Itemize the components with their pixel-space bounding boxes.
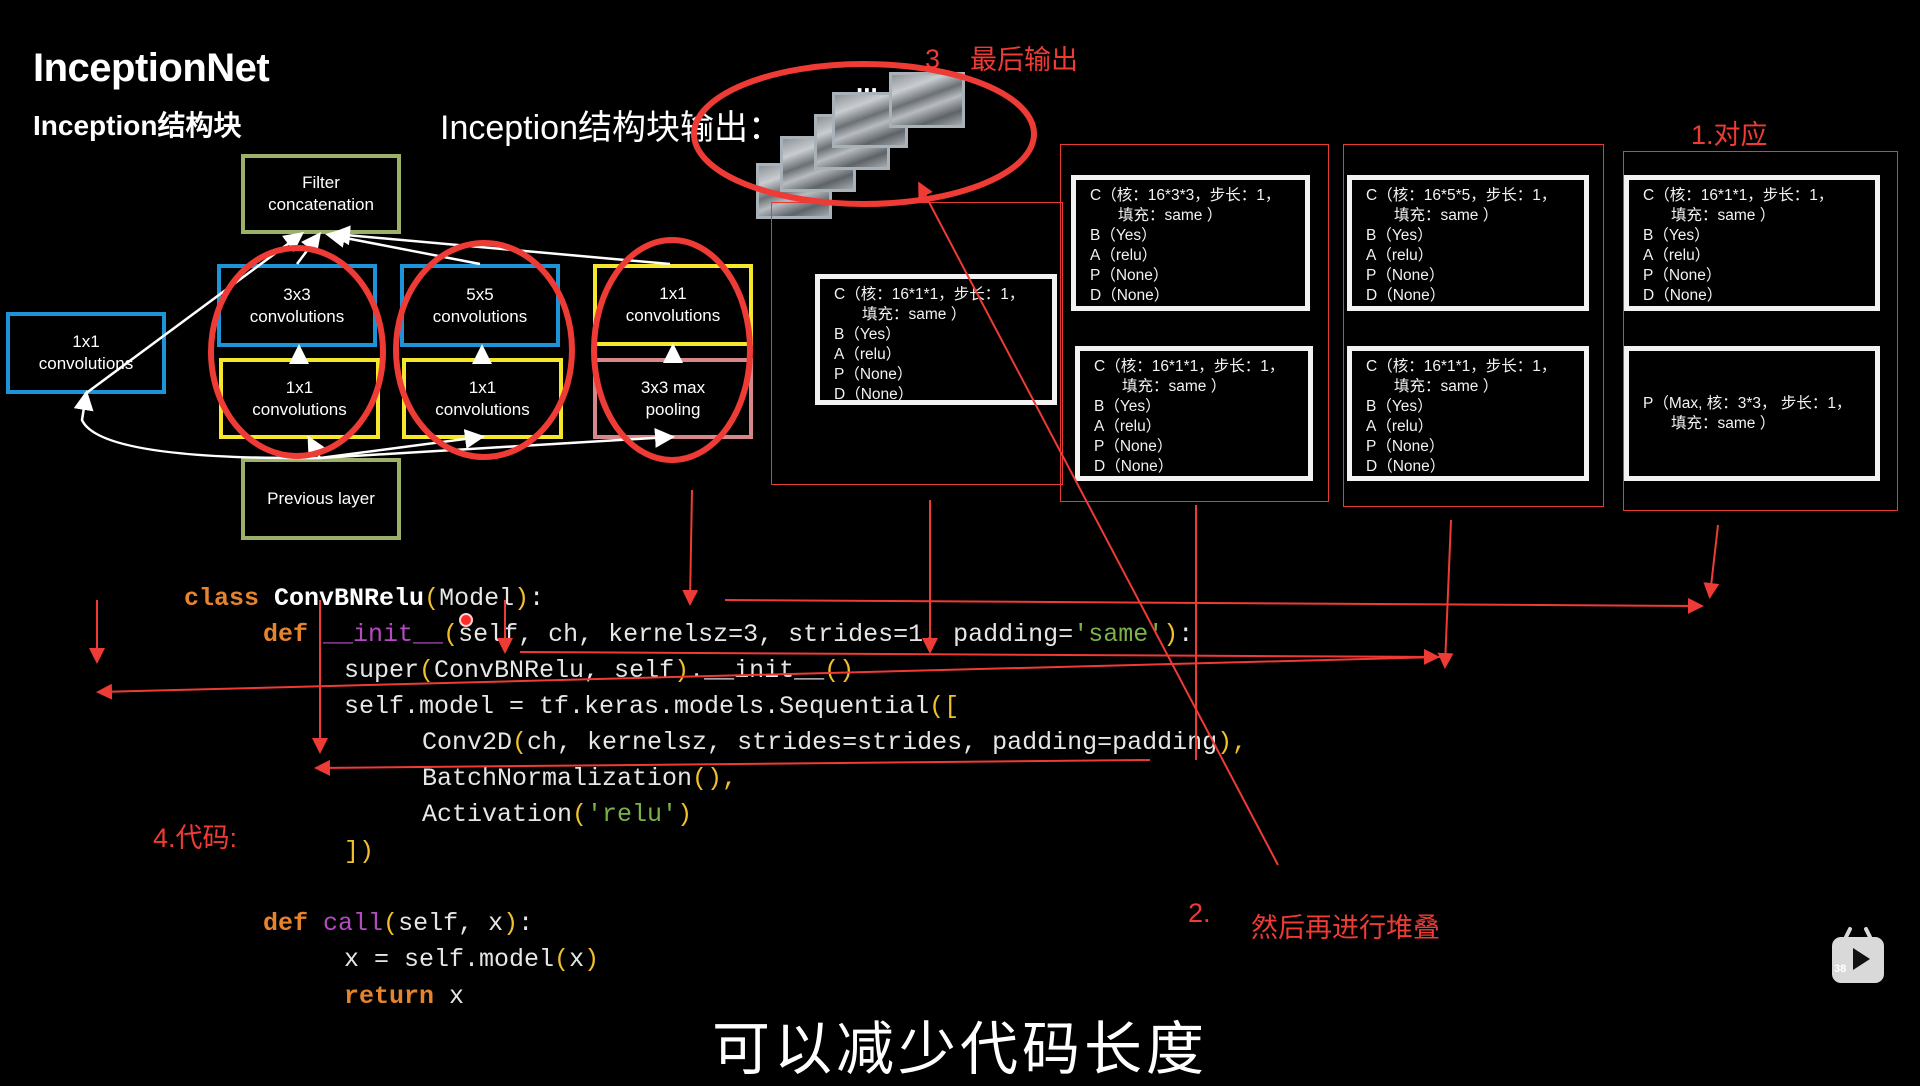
video-subtitle: 可以减少代码长度 (711, 1017, 1208, 1082)
pointer-lines (89, 181, 1720, 866)
arrow (330, 225, 671, 266)
annotation-overlay (73, 61, 1720, 866)
pointer-line (724, 597, 1704, 614)
pointer-line (682, 489, 699, 606)
diagram-arrows (73, 225, 683, 460)
arrow (84, 232, 305, 396)
highlight-ellipse (208, 245, 386, 459)
highlight-ellipses (208, 61, 1037, 463)
pointer-line (1703, 524, 1720, 599)
pointer-line (1437, 519, 1454, 669)
cursor-dot-icon (459, 613, 473, 627)
player-badge: 38 (1834, 963, 1847, 975)
bilibili-tv-icon[interactable]: 38 (1832, 927, 1884, 983)
pointer-line (918, 181, 1279, 866)
highlight-ellipse (691, 61, 1037, 207)
pointer-line (519, 648, 1440, 665)
pointer-line (96, 656, 1441, 700)
highlight-ellipse (393, 240, 575, 460)
pointer-line (314, 759, 1151, 776)
arrow (73, 390, 321, 460)
